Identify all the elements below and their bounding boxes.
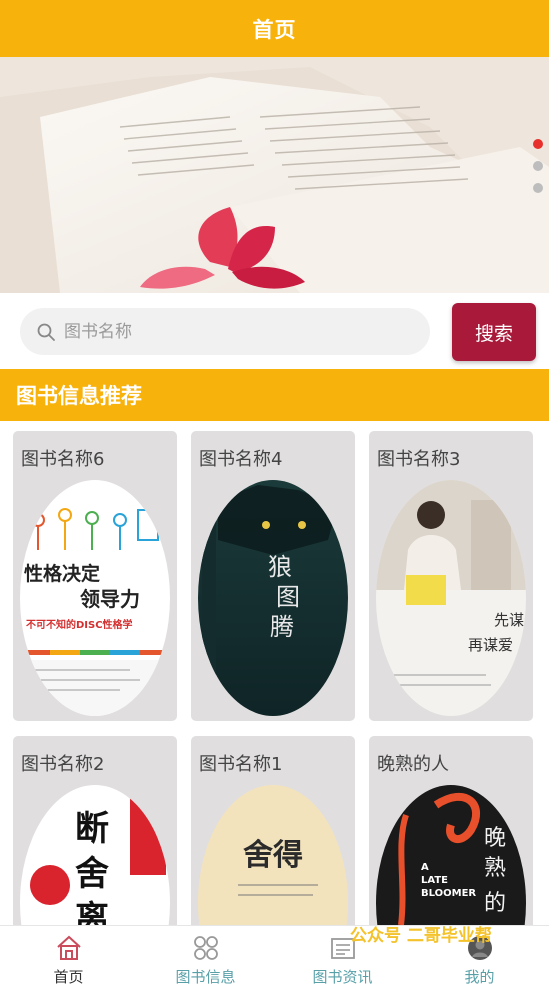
search-button[interactable]: 搜索 [452,303,536,361]
nav-header: 首页 [0,0,549,57]
svg-text:LATE: LATE [421,875,448,886]
book-card[interactable]: 图书名称1 舍得 [191,736,355,925]
book-title: 图书名称1 [199,754,283,775]
book-grid: 图书名称6 性格决定 领导力 不可不知的DISC性格学 图书名称4 狼 图 腾 … [0,421,549,925]
cover-title: 先谋生 [494,611,526,629]
search-bar: 搜索 [0,293,549,369]
home-page: 首页 图书名称 搜索 图书信息推荐 图书名称6 性格决定 领导力 不可不知的DI… [0,0,549,990]
book-cover-image: 先谋生 再谋爱 [376,480,526,716]
book-title: 图书名称4 [199,449,283,470]
tab-label: 我的 [464,968,495,986]
cover-title: 断 [75,809,109,849]
cover-title: 舍得 [243,838,303,873]
book-title: 图书名称6 [21,449,105,470]
cover-title: 晚 [484,826,506,851]
search-icon [37,323,55,341]
tab-label: 图书信息 [175,968,236,986]
svg-text:的: 的 [484,891,506,916]
book-card[interactable]: 图书名称6 性格决定 领导力 不可不知的DISC性格学 [13,431,177,721]
book-cover-image: 断 舍 离 [20,785,170,925]
page-title: 首页 [252,17,297,42]
watermark-text: 公众号 二哥毕业帮 [350,926,492,946]
cover-title: 狼 [268,553,292,581]
book-cover-image: A LATE BLOOMER 晚 熟 的 [376,785,526,925]
book-title: 图书名称3 [377,449,461,470]
book-card[interactable]: 晚熟的人 A LATE BLOOMER 晚 熟 的 [369,736,533,925]
book-card[interactable]: 图书名称4 狼 图 腾 [191,431,355,721]
svg-text:图: 图 [276,583,300,611]
svg-text:离: 离 [75,899,109,925]
banner-carousel[interactable] [0,57,549,293]
book-cover-image: 性格决定 领导力 不可不知的DISC性格学 [20,480,170,716]
cover-subtitle: 不可不知的DISC性格学 [26,618,133,631]
book-title: 晚熟的人 [377,754,449,775]
tab-book-info[interactable]: 图书信息 [137,926,274,990]
svg-text:再谋爱: 再谋爱 [468,636,513,654]
cover-title-part2: 领导力 [80,587,140,611]
section-header: 图书信息推荐 [0,369,549,421]
carousel-dot-active[interactable] [533,139,543,149]
tab-home[interactable]: 首页 [0,926,137,990]
tab-label: 首页 [53,968,84,986]
search-input[interactable] [64,321,394,342]
home-icon [56,935,81,960]
carousel-dot[interactable] [533,183,543,193]
svg-text:熟: 熟 [484,856,506,881]
book-card[interactable]: 图书名称3 先谋生 再谋爱 [369,431,533,721]
svg-text:舍: 舍 [75,854,109,894]
carousel-dot[interactable] [533,161,543,171]
svg-text:A: A [421,862,429,873]
book-title: 图书名称2 [21,754,105,775]
cover-title-part1: 性格决定 [24,562,100,585]
book-card[interactable]: 图书名称2 断 舍 离 [13,736,177,925]
tab-label: 图书资讯 [312,968,373,986]
carousel-dots [533,139,543,193]
banner-image [0,57,549,293]
section-title: 图书信息推荐 [16,384,142,408]
grid-icon [193,936,218,960]
search-box[interactable] [20,308,430,355]
svg-text:腾: 腾 [270,613,294,641]
cover-subtitle: BLOOMER [421,888,476,899]
book-cover-image: 舍得 [198,785,348,925]
book-cover-image: 狼 图 腾 [198,480,348,716]
